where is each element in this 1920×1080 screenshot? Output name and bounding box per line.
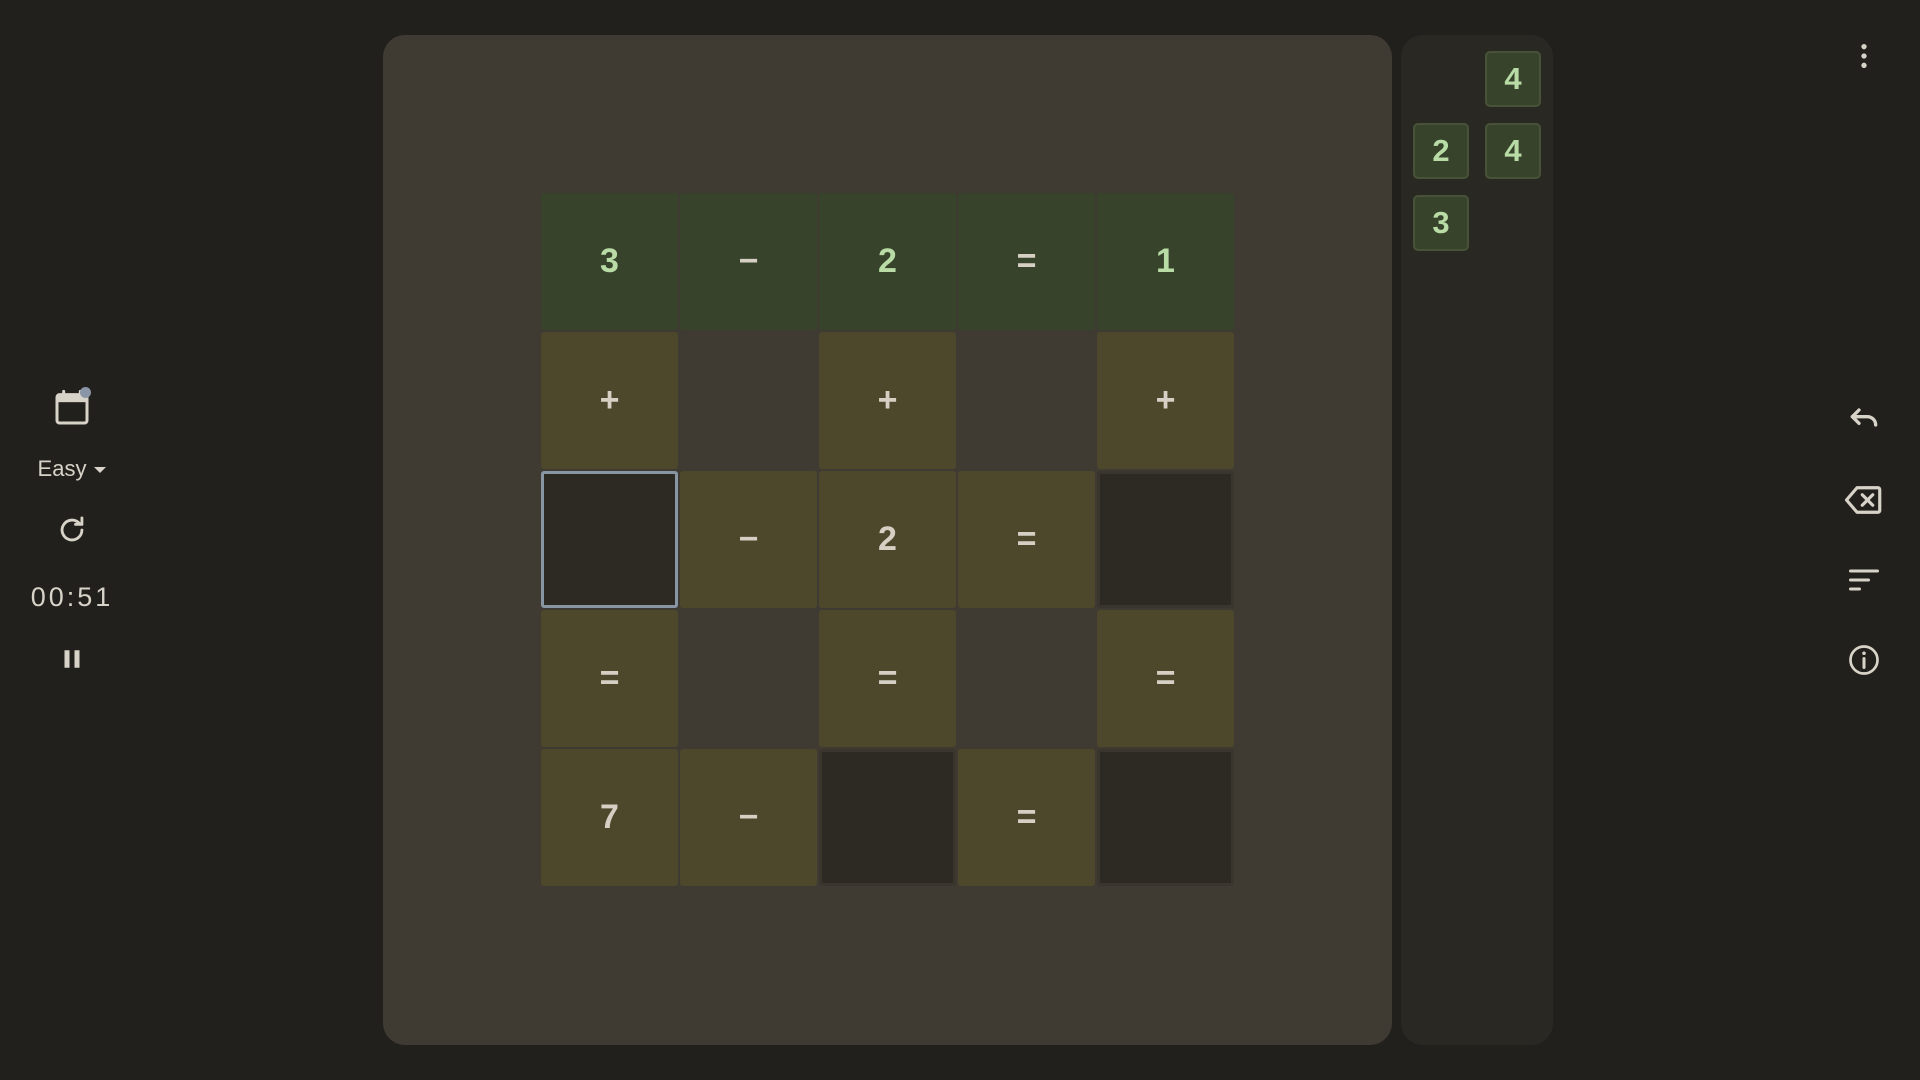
grid-cell: 7	[541, 749, 678, 886]
grid-cell[interactable]	[1097, 749, 1234, 886]
grid-cell	[958, 332, 1095, 469]
undo-button[interactable]	[1840, 396, 1888, 444]
timer: 00:51	[30, 582, 114, 612]
grid-cell: =	[958, 749, 1095, 886]
grid-cell	[958, 610, 1095, 747]
number-tile[interactable]: 2	[1413, 123, 1469, 179]
grid-cell: 2	[819, 193, 956, 330]
grid-cell	[680, 610, 817, 747]
backspace-icon	[1844, 486, 1882, 514]
grid-cell: =	[541, 610, 678, 747]
grid-cell: 3	[541, 193, 678, 330]
grid-cell[interactable]	[1097, 471, 1234, 608]
info-button[interactable]	[1840, 636, 1888, 684]
grid-cell: −	[680, 749, 817, 886]
app: Easy 00:51 3−2 = 1 + + + −2 = = = = 7− = 4 2 4 3	[0, 0, 1920, 1080]
grid-cell: +	[1097, 332, 1234, 469]
puzzle-grid: 3−2 = 1 + + + −2 = = = = 7− =	[541, 193, 1234, 886]
grid-cell	[680, 332, 817, 469]
grid-cell: +	[819, 332, 956, 469]
number-tile[interactable]: 3	[1413, 195, 1469, 251]
number-tile[interactable]: 4	[1485, 51, 1541, 107]
grid-cell: =	[958, 471, 1095, 608]
grid-cell[interactable]	[541, 471, 678, 608]
left-panel: Easy 00:51	[0, 380, 144, 683]
pause-icon	[64, 650, 80, 668]
puzzle-board: 3−2 = 1 + + + −2 = = = = 7− =	[383, 35, 1392, 1045]
sort-tiles-button[interactable]	[1840, 556, 1888, 604]
new-game-button[interactable]	[48, 506, 96, 554]
tile-tray: 4 2 4 3	[1401, 35, 1553, 1045]
grid-cell: +	[541, 332, 678, 469]
chevron-down-icon	[94, 467, 107, 473]
info-icon	[1849, 645, 1879, 675]
difficulty-label: Easy	[37, 456, 87, 481]
number-tile[interactable]: 4	[1485, 123, 1541, 179]
more-options-button[interactable]	[1840, 32, 1888, 80]
grid-cell: 1	[1097, 193, 1234, 330]
more-vert-icon	[1861, 44, 1867, 68]
difficulty-dropdown[interactable]: Easy	[38, 456, 107, 482]
daily-calendar-button[interactable]	[44, 380, 100, 436]
notification-dot	[80, 387, 91, 398]
erase-button[interactable]	[1840, 476, 1888, 524]
grid-cell: =	[958, 193, 1095, 330]
grid-cell: −	[680, 193, 817, 330]
refresh-icon	[60, 516, 84, 542]
undo-icon	[1850, 408, 1878, 427]
grid-cell[interactable]	[819, 749, 956, 886]
grid-cell: =	[819, 610, 956, 747]
pause-button[interactable]	[48, 635, 96, 683]
grid-cell: =	[1097, 610, 1234, 747]
sort-icon	[1849, 569, 1879, 591]
grid-cell: 2	[819, 471, 956, 608]
grid-cell: −	[680, 471, 817, 608]
